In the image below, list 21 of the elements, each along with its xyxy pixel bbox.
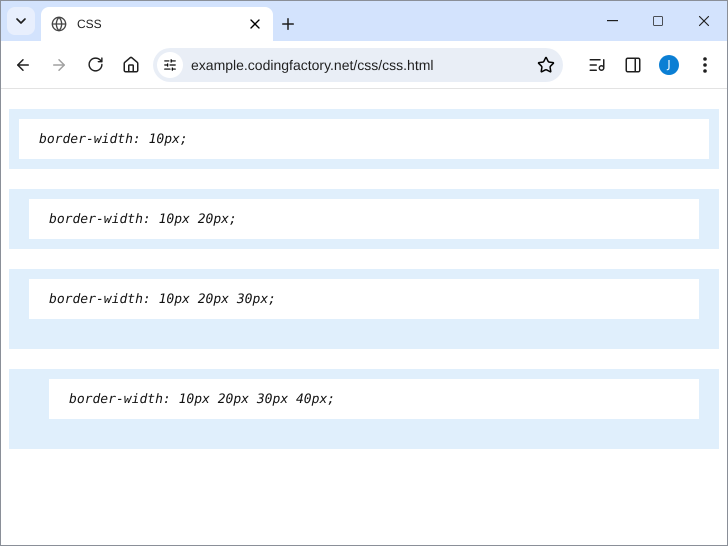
maximize-icon	[652, 15, 664, 27]
profile-avatar[interactable]: J	[659, 54, 679, 74]
minimize-icon	[606, 20, 618, 22]
sliders-icon	[163, 58, 177, 72]
home-icon	[122, 56, 140, 74]
bookmark-star-icon[interactable]	[537, 56, 555, 74]
side-panel-icon	[624, 56, 642, 74]
code-text: border-width: 10px 20px 30px 40px;	[69, 392, 336, 407]
tab-title: CSS	[77, 17, 103, 31]
new-tab-icon[interactable]	[279, 15, 297, 33]
more-dots-icon	[703, 56, 707, 72]
url-text: example.codingfactory.net/css/css.html	[191, 56, 435, 72]
code-text: border-width: 10px 20px 30px;	[49, 292, 276, 307]
tab-search-button[interactable]	[7, 7, 35, 35]
browser-tab[interactable]: CSS	[41, 7, 273, 41]
code-text: border-width: 10px 20px;	[49, 212, 237, 227]
globe-icon	[51, 16, 67, 32]
reload-icon	[86, 56, 104, 73]
site-settings-icon[interactable]	[157, 52, 183, 78]
address-bar[interactable]: example.codingfactory.net/css/css.html	[153, 48, 563, 82]
code-text: border-width: 10px;	[39, 132, 188, 147]
